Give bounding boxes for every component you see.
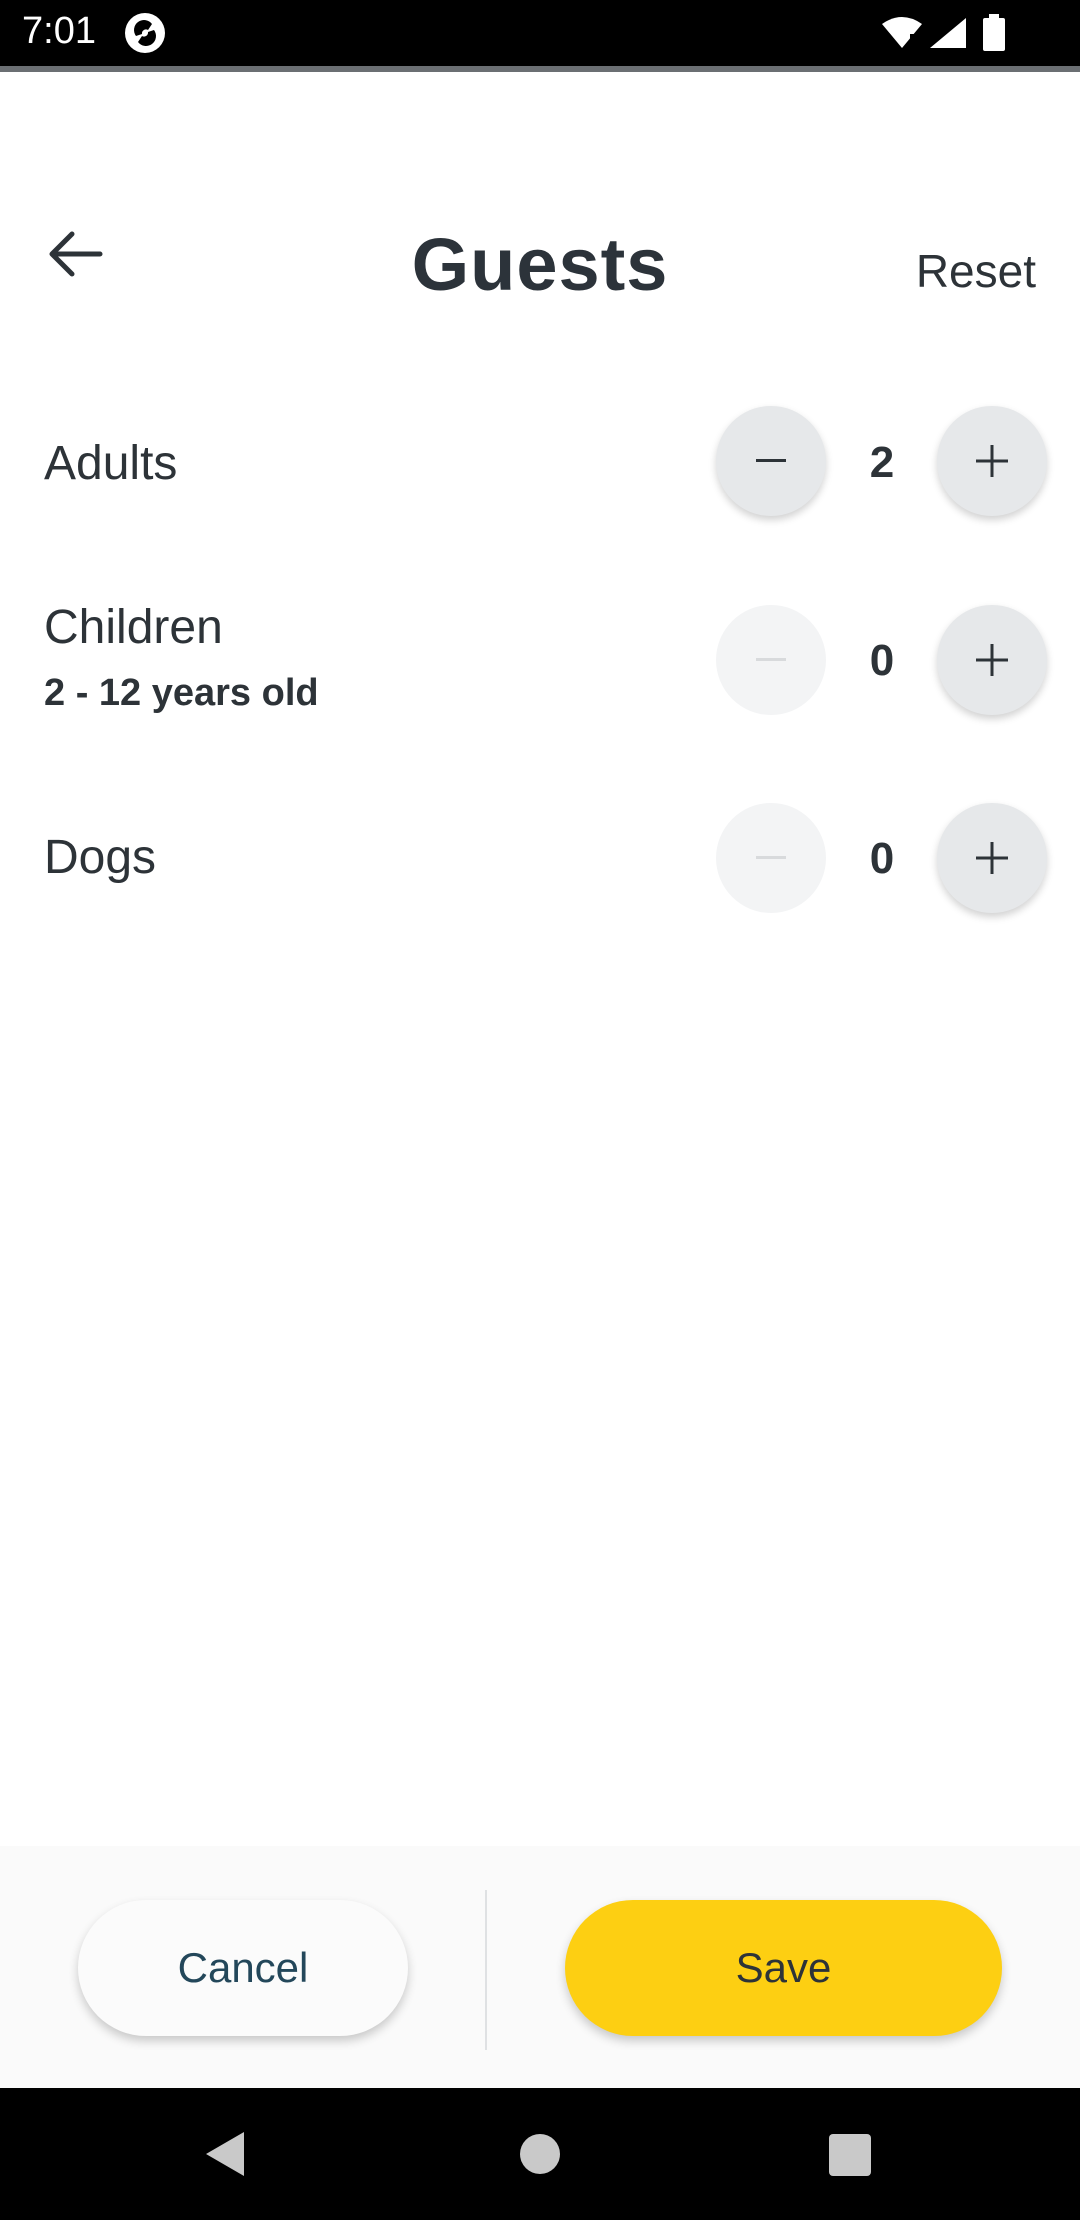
- battery-icon: [983, 14, 1005, 51]
- nav-recents-icon[interactable]: [829, 2134, 871, 2176]
- row-label: Children: [44, 601, 223, 654]
- row-sublabel: 2 - 12 years old: [44, 672, 319, 714]
- decrement-button[interactable]: [716, 605, 826, 715]
- status-time: 7:01: [22, 10, 96, 52]
- status-divider: [0, 66, 1080, 72]
- bottom-action-bar: Cancel Save: [0, 1846, 1080, 2088]
- guest-count: 2: [869, 438, 895, 487]
- divider: [485, 1890, 487, 2050]
- cancel-button[interactable]: Cancel: [78, 1900, 408, 2036]
- wifi-icon: [882, 17, 922, 49]
- increment-button[interactable]: [937, 803, 1047, 913]
- increment-button[interactable]: [937, 605, 1047, 715]
- decrement-button[interactable]: [716, 406, 826, 516]
- plus-icon: [976, 842, 1008, 874]
- plus-icon: [976, 644, 1008, 676]
- guest-row-children: Children 2 - 12 years old 0: [0, 600, 1080, 730]
- system-nav-bar: [0, 2088, 1080, 2220]
- status-bar: 7:01: [0, 0, 1080, 66]
- guest-count: 0: [869, 834, 895, 883]
- row-label: Adults: [44, 437, 178, 490]
- reset-button[interactable]: Reset: [916, 244, 1036, 298]
- save-button[interactable]: Save: [565, 1900, 1002, 2036]
- minus-icon: [756, 856, 786, 859]
- nav-back-icon[interactable]: [204, 2130, 246, 2178]
- increment-button[interactable]: [937, 406, 1047, 516]
- minus-icon: [756, 459, 786, 462]
- guest-row-adults: Adults 2: [0, 400, 1080, 530]
- signal-icon: [930, 18, 966, 48]
- plus-icon: [976, 445, 1008, 477]
- nav-home-icon[interactable]: [520, 2134, 560, 2174]
- decrement-button[interactable]: [716, 803, 826, 913]
- minus-icon: [756, 658, 786, 661]
- row-label: Dogs: [44, 831, 157, 884]
- guest-row-dogs: Dogs 0: [0, 798, 1080, 928]
- guest-count: 0: [869, 636, 895, 685]
- app-notification-icon: [125, 13, 165, 53]
